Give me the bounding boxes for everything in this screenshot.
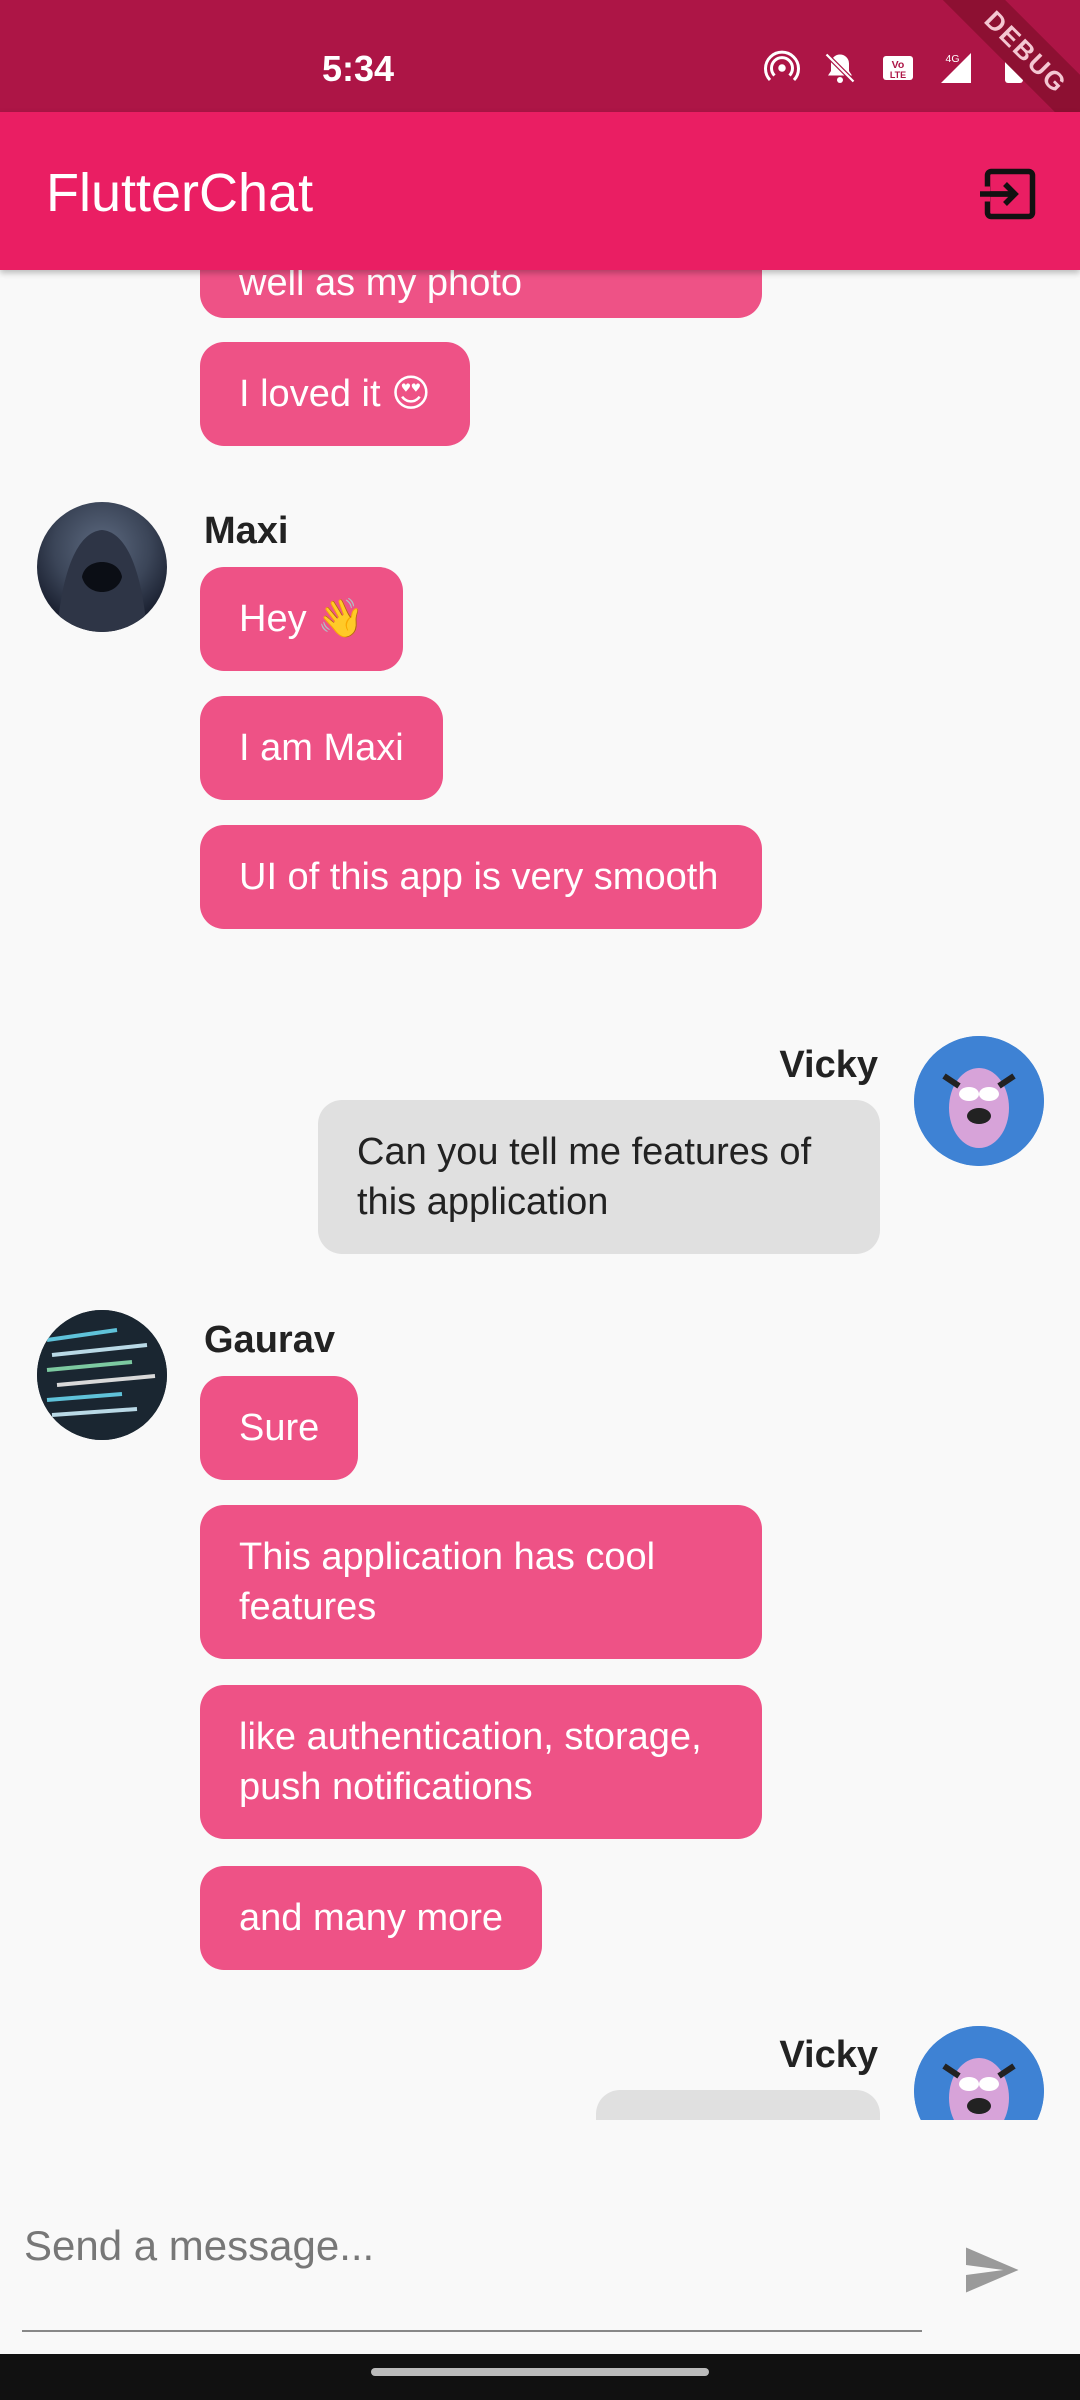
message-bubble: Sure (200, 1376, 359, 1480)
status-icons: Vo LTE 4G (764, 50, 1032, 86)
hotspot-icon (764, 50, 800, 82)
sender-name: Vicky (779, 1044, 878, 1086)
message-input[interactable] (22, 2210, 926, 2282)
sender-name: Maxi (204, 510, 289, 552)
avatar-vicky (914, 2026, 1044, 2120)
avatar-maxi (37, 502, 167, 632)
message-bubble: I am Maxi (200, 696, 443, 800)
message-bubble: Can you tell me features of this applica… (318, 1100, 880, 1254)
home-handle[interactable] (371, 2368, 709, 2376)
message-bubble (596, 2090, 880, 2120)
signal-4g-icon: 4G (941, 53, 971, 83)
message-list[interactable]: well as my photo I loved it 😍 Maxi Hey 👋… (0, 270, 1080, 2120)
message-bubble: I loved it 😍 (200, 342, 470, 446)
message-bubble: like authentication, storage, push notif… (200, 1685, 762, 1839)
svg-text:LTE: LTE (890, 70, 906, 80)
status-time: 5:34 (322, 48, 395, 89)
avatar-vicky (914, 1036, 1044, 1166)
app-bar: FlutterChat (0, 112, 1080, 270)
system-nav-bar (0, 2354, 1080, 2400)
logout-icon[interactable] (980, 164, 1040, 224)
composer (0, 2120, 1080, 2350)
avatar-gaurav (37, 1310, 167, 1440)
app-title: FlutterChat (46, 163, 314, 223)
message-bubble: Hey 👋 (200, 567, 404, 671)
sender-name: Vicky (779, 2034, 878, 2076)
message-bubble: UI of this app is very smooth (200, 825, 762, 929)
input-underline (22, 2330, 922, 2332)
status-bar: 5:34 Vo LTE 4G DEBUG (0, 0, 1080, 153)
message-bubble: and many more (200, 1866, 543, 1970)
bell-off-icon (824, 52, 856, 84)
message-bubble: well as my photo (200, 270, 762, 318)
sender-name: Gaurav (204, 1319, 335, 1361)
send-icon[interactable] (956, 2240, 1026, 2300)
message-bubble: This application has cool features (200, 1505, 762, 1659)
svg-text:4G: 4G (946, 53, 960, 65)
volte-icon: VoLTE (883, 56, 913, 80)
